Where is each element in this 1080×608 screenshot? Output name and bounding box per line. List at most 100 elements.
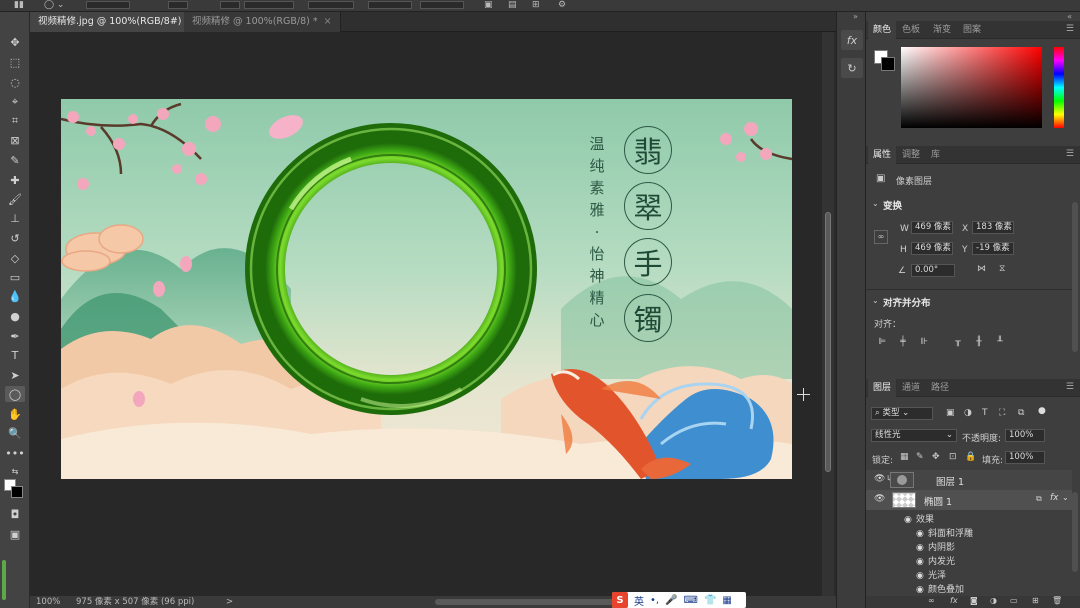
tab-patterns[interactable]: 图案 xyxy=(958,21,986,39)
eraser-tool-icon[interactable]: ◇ xyxy=(5,250,25,266)
apps-grid-icon[interactable]: ▦ xyxy=(722,595,731,606)
ime-logo[interactable]: S xyxy=(612,592,628,608)
layers-scrollbar[interactable] xyxy=(1072,492,1078,572)
angle-field[interactable]: 0.00° xyxy=(911,264,955,277)
eye-icon[interactable]: ◉ xyxy=(916,557,928,567)
height-field[interactable]: 469 像素 xyxy=(911,242,953,255)
color-picker-field[interactable] xyxy=(901,47,1042,128)
microphone-icon[interactable]: 🎤 xyxy=(665,595,677,606)
tab-paths[interactable]: 路径 xyxy=(926,379,954,397)
fx-icon[interactable]: fx xyxy=(841,30,863,50)
stroke-type-field[interactable] xyxy=(308,1,354,9)
toolbar-scroll-handle[interactable] xyxy=(2,560,6,600)
y-field[interactable]: -19 像素 xyxy=(972,242,1014,255)
history-icon[interactable]: ↻ xyxy=(841,58,863,78)
align-left-icon[interactable]: ⊫ xyxy=(876,336,888,348)
keyboard-icon[interactable]: ⌨ xyxy=(684,595,698,606)
eye-icon[interactable]: ◉ xyxy=(916,543,928,553)
path-arrange-icon[interactable]: ⊞ xyxy=(532,0,540,10)
close-icon[interactable]: × xyxy=(324,16,332,27)
scrollbar-thumb[interactable] xyxy=(825,212,831,472)
height-field[interactable] xyxy=(420,1,464,9)
lock-transparency-icon[interactable]: ▦ xyxy=(900,452,909,462)
frame-tool-icon[interactable]: ⊠ xyxy=(5,132,25,148)
swap-colors-icon[interactable]: ⇆ xyxy=(5,463,25,479)
delete-layer-icon[interactable]: 🗑 xyxy=(1052,596,1062,605)
tool-preset-icon[interactable]: ◯ ⌄ xyxy=(44,0,64,10)
path-ops-icon[interactable]: ▣ xyxy=(484,0,493,10)
align-vcenter-icon[interactable]: ╫ xyxy=(973,336,985,348)
artwork-canvas[interactable]: 温 纯 素 雅 · 怡 神 精 心 翡 翠 手 镯 xyxy=(61,99,792,479)
ellipse-tool-icon[interactable]: ◯ xyxy=(5,386,25,402)
filter-smart-object-icon[interactable]: ⧉ xyxy=(1018,408,1024,418)
path-select-tool-icon[interactable]: ➤ xyxy=(5,367,25,383)
effect-row-inner-shadow[interactable]: ◉ 内阴影 xyxy=(916,540,955,554)
stamp-tool-icon[interactable]: ⊥ xyxy=(5,210,25,226)
new-group-icon[interactable]: ▭ xyxy=(1010,596,1018,605)
ime-toolbar[interactable]: S 英 •, 🎤 ⌨ 👕 ▦ xyxy=(612,592,746,608)
fill-swatch[interactable] xyxy=(168,1,188,9)
canvas-vertical-scrollbar[interactable] xyxy=(822,32,834,596)
fx-badge[interactable]: fx xyxy=(1050,493,1059,503)
move-tool-icon[interactable]: ✥ xyxy=(5,34,25,50)
collapse-panels-icon[interactable]: « xyxy=(1067,12,1072,21)
healing-brush-tool-icon[interactable]: ✚ xyxy=(5,172,25,188)
effect-row-bevel[interactable]: ◉ 斜面和浮雕 xyxy=(916,526,973,540)
panel-menu-icon[interactable]: ☰ xyxy=(1066,149,1074,159)
chevron-down-icon[interactable]: ⌄ xyxy=(1062,493,1069,502)
stroke-width-field[interactable] xyxy=(244,1,294,9)
chevron-down-icon[interactable]: ⌄ xyxy=(872,296,879,305)
color-bg-swatch[interactable] xyxy=(881,57,895,71)
flip-horizontal-icon[interactable]: ⋈ xyxy=(977,264,986,274)
lasso-tool-icon[interactable]: ◌ xyxy=(5,74,25,90)
link-layers-icon[interactable]: ∞ xyxy=(928,596,935,605)
eye-icon[interactable]: ◉ xyxy=(904,515,916,525)
properties-scrollbar[interactable] xyxy=(1072,202,1078,352)
effects-group-row[interactable]: ◉ 效果 xyxy=(904,512,934,526)
tab-channels[interactable]: 通道 xyxy=(897,379,925,397)
marquee-tool-icon[interactable]: ⬚ xyxy=(5,54,25,70)
tab-color[interactable]: 颜色 xyxy=(868,21,897,39)
add-mask-icon[interactable]: ◙ xyxy=(970,596,978,605)
eye-icon[interactable]: 👁 xyxy=(874,474,885,484)
panel-menu-icon[interactable]: ☰ xyxy=(1066,24,1074,34)
flip-vertical-icon[interactable]: ⧖ xyxy=(999,264,1005,274)
option-field[interactable] xyxy=(86,1,130,9)
eyedropper-tool-icon[interactable]: ✎ xyxy=(5,152,25,168)
blend-mode-select[interactable]: 线性光 ⌄ xyxy=(871,429,957,442)
add-style-icon[interactable]: fx xyxy=(950,596,958,605)
tab-properties[interactable]: 属性 xyxy=(868,146,897,164)
eye-icon[interactable]: ◉ xyxy=(916,585,928,595)
lock-artboard-icon[interactable]: ⊡ xyxy=(949,452,957,462)
tab-adjustments[interactable]: 调整 xyxy=(897,146,925,164)
expand-panels-icon[interactable]: » xyxy=(853,12,858,21)
zoom-tool-icon[interactable]: 🔍 xyxy=(5,425,25,441)
hue-slider[interactable] xyxy=(1054,47,1064,128)
hand-tool-icon[interactable]: ✋ xyxy=(5,406,25,422)
panel-menu-icon[interactable]: ☰ xyxy=(1066,382,1074,392)
align-hcenter-icon[interactable]: ╪ xyxy=(897,336,909,348)
home-icon[interactable]: ▮▮ xyxy=(14,0,24,10)
ime-language[interactable]: 英 xyxy=(634,593,644,608)
filter-adjustment-icon[interactable]: ◑ xyxy=(964,408,972,418)
layer-name[interactable]: 椭圆 1 xyxy=(924,494,952,508)
screen-mode-icon[interactable]: ▣ xyxy=(5,526,25,542)
eye-icon[interactable]: 👁 xyxy=(874,494,885,504)
align-right-icon[interactable]: ⊪ xyxy=(918,336,930,348)
blur-tool-icon[interactable]: 💧 xyxy=(5,288,25,304)
layer-row-layer-1[interactable]: 👁 ↳ 图层 1 xyxy=(866,470,1072,490)
document-size[interactable]: 975 像素 x 507 像素 (96 ppi) xyxy=(76,596,194,608)
zoom-level[interactable]: 100% xyxy=(36,596,60,608)
tab-libraries[interactable]: 库 xyxy=(926,146,945,164)
tab-document-2[interactable]: 视频精修 @ 100%(RGB/8) * × xyxy=(184,12,341,32)
filter-type-icon[interactable]: T xyxy=(982,408,988,418)
layer-name[interactable]: 图层 1 xyxy=(936,474,964,488)
gradient-tool-icon[interactable]: ▭ xyxy=(5,269,25,285)
brush-tool-icon[interactable]: 🖌 xyxy=(5,191,25,207)
effect-row-color-overlay[interactable]: ◉ 颜色叠加 xyxy=(916,582,964,596)
filter-toggle-icon[interactable]: ● xyxy=(1038,406,1046,416)
width-field[interactable]: 469 像素 xyxy=(911,221,953,234)
settings-icon[interactable]: ⚙ xyxy=(558,0,566,10)
new-layer-icon[interactable]: ⊞ xyxy=(1032,596,1039,605)
lock-all-icon[interactable]: 🔒 xyxy=(965,452,976,462)
